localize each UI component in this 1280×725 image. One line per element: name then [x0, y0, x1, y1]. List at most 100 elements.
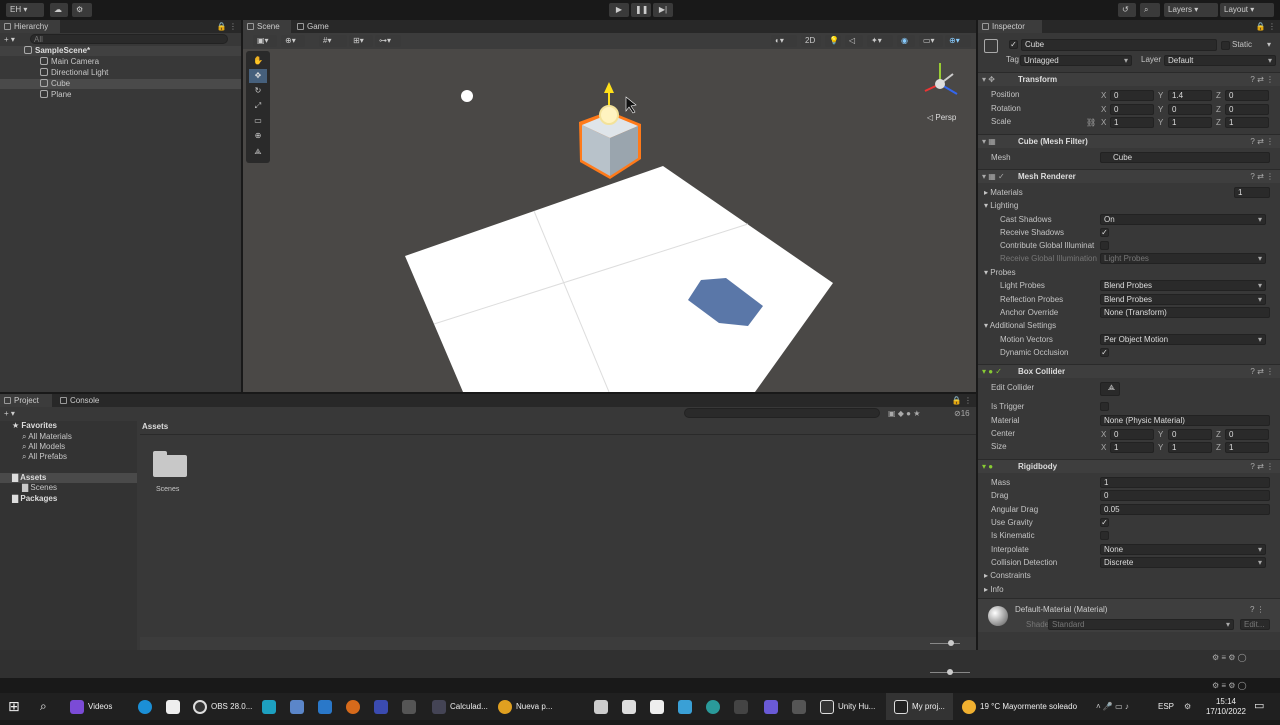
layer-dropdown[interactable]: Default: [1164, 55, 1276, 66]
scale-tool-icon[interactable]: ⤢: [249, 99, 267, 113]
gizmos-dropdown[interactable]: ⊕▾: [945, 35, 971, 47]
search-icon[interactable]: ⌕: [1140, 3, 1160, 17]
material-section[interactable]: Default-Material (Material) Shader Stand…: [978, 598, 1280, 632]
effects-dropdown[interactable]: ✦▾: [867, 35, 893, 47]
taskbar-app-7[interactable]: [594, 693, 612, 720]
clock[interactable]: 15:14 17/10/2022: [1204, 693, 1248, 720]
size-y-input[interactable]: 1: [1168, 442, 1212, 453]
taskbar-store[interactable]: [166, 693, 184, 720]
mesh-renderer-header[interactable]: Mesh Renderer ▾ ▦ ✓ ? ⇄ ⋮: [978, 169, 1280, 183]
favorites-item[interactable]: ★ Favorites: [12, 421, 57, 431]
snap-increment-dropdown[interactable]: ⊞▾: [349, 35, 373, 47]
rotate-tool-icon[interactable]: ↻: [249, 84, 267, 98]
materials-count[interactable]: 1: [1234, 187, 1270, 198]
audio-toggle-icon[interactable]: ◁: [845, 35, 863, 47]
weather-widget[interactable]: 19 °C Mayormente soleado: [962, 693, 1077, 720]
static-dropdown[interactable]: ▾: [1267, 40, 1271, 50]
taskbar-app-11[interactable]: [706, 693, 724, 720]
rotation-x-input[interactable]: 0: [1110, 104, 1154, 115]
taskbar-app-12[interactable]: [734, 693, 752, 720]
center-z-input[interactable]: 0: [1225, 429, 1269, 440]
light-probes-dropdown[interactable]: Blend Probes: [1100, 280, 1266, 291]
rotation-z-input[interactable]: 0: [1225, 104, 1269, 115]
search-icon[interactable]: ⌕: [40, 693, 47, 720]
lighting-foldout[interactable]: ▾ Lighting: [984, 201, 1018, 211]
assets-folder-item[interactable]: ▇ Assets: [0, 473, 137, 483]
receive-shadows-checkbox[interactable]: ✓: [1100, 228, 1109, 237]
camera-dropdown[interactable]: ▭▾: [919, 35, 943, 47]
reflection-probes-dropdown[interactable]: Blend Probes: [1100, 294, 1266, 305]
anchor-override-field[interactable]: None (Transform): [1100, 307, 1270, 318]
position-z-input[interactable]: 0: [1225, 90, 1269, 101]
taskbar-unity-project[interactable]: My proj...: [886, 693, 953, 720]
mass-input[interactable]: 1: [1100, 477, 1270, 488]
is-trigger-checkbox[interactable]: [1100, 402, 1109, 411]
component-menu-icon[interactable]: ? ⇄ ⋮: [1250, 365, 1274, 379]
collab-icon[interactable]: ⚙: [72, 3, 92, 17]
status-slider-thumb[interactable]: [947, 669, 953, 675]
collision-detection-dropdown[interactable]: Discrete: [1100, 557, 1266, 568]
taskbar-unity-hub[interactable]: Unity Hu...: [820, 693, 875, 720]
taskbar-app-3[interactable]: [318, 693, 336, 720]
mesh-field[interactable]: Cube: [1100, 152, 1270, 163]
taskbar-chrome[interactable]: Nueva p...: [498, 693, 552, 720]
taskbar-app-13[interactable]: [764, 693, 782, 720]
transform-tool-icon[interactable]: ⊕: [249, 129, 267, 143]
contribute-gi-checkbox[interactable]: [1100, 241, 1109, 250]
scale-y-input[interactable]: 1: [1168, 117, 1212, 128]
zoom-slider-thumb[interactable]: [948, 640, 954, 646]
cloud-icon[interactable]: ☁: [50, 3, 68, 17]
play-icon[interactable]: ▶: [609, 3, 629, 17]
scale-z-input[interactable]: 1: [1225, 117, 1269, 128]
shading-dropdown[interactable]: ◐▾: [771, 35, 797, 47]
windows-start-icon[interactable]: ⊞: [8, 693, 20, 720]
shader-edit-button[interactable]: Edit...: [1240, 619, 1270, 630]
interpolate-dropdown[interactable]: None: [1100, 544, 1266, 555]
edit-collider-button[interactable]: ⟁: [1100, 382, 1120, 396]
additional-settings-foldout[interactable]: ▾ Additional Settings: [984, 321, 1056, 331]
angular-drag-input[interactable]: 0.05: [1100, 504, 1270, 515]
tag-dropdown[interactable]: Untagged: [1020, 55, 1132, 66]
layers-dropdown[interactable]: Layers ▾: [1164, 3, 1218, 17]
tab-scene[interactable]: Scene: [243, 20, 291, 33]
history-icon[interactable]: ↺: [1118, 3, 1136, 17]
taskbar-obs[interactable]: OBS 28.0...: [193, 693, 252, 720]
rotation-y-input[interactable]: 0: [1168, 104, 1212, 115]
tab-game[interactable]: Game: [293, 20, 339, 33]
custom-tool-icon[interactable]: ⟁: [249, 145, 267, 159]
draw-mode-dropdown[interactable]: ▣▾: [253, 35, 277, 47]
taskbar-edge[interactable]: [138, 693, 156, 720]
account-dropdown[interactable]: EH ▾: [6, 3, 44, 17]
constrain-proportions-icon[interactable]: ⛓: [1086, 117, 1096, 128]
motion-vectors-dropdown[interactable]: Per Object Motion: [1100, 334, 1266, 345]
step-icon[interactable]: ▶|: [653, 3, 673, 17]
info-foldout[interactable]: ▸ Info: [984, 585, 1004, 595]
visibility-toggle-icon[interactable]: ◉: [897, 35, 915, 47]
favorites-all-materials[interactable]: ⌕ All Materials: [22, 432, 72, 442]
taskbar-app-14[interactable]: [792, 693, 810, 720]
transform-header[interactable]: Transform ▾ ✥ ? ⇄ ⋮: [978, 72, 1280, 86]
panel-menu-icon[interactable]: 🔒 ⋮: [1256, 22, 1276, 32]
object-name-input[interactable]: Cube: [1021, 39, 1217, 51]
scale-x-input[interactable]: 1: [1110, 117, 1154, 128]
scenes-folder-item[interactable]: ▇ Scenes: [22, 483, 57, 493]
tab-inspector[interactable]: Inspector: [978, 20, 1042, 33]
is-kinematic-checkbox[interactable]: [1100, 531, 1109, 540]
hierarchy-item-plane[interactable]: Plane: [40, 90, 71, 100]
pause-icon[interactable]: ❚❚: [631, 3, 651, 17]
component-menu-icon[interactable]: ? ⇄ ⋮: [1250, 135, 1274, 149]
add-icon[interactable]: + ▾: [4, 35, 15, 45]
settings-icon[interactable]: ⚙: [1184, 693, 1191, 720]
taskbar-app-9[interactable]: [650, 693, 668, 720]
material-menu-icon[interactable]: ? ⋮: [1250, 605, 1265, 615]
panel-menu-icon[interactable]: 🔒 ⋮: [217, 22, 237, 32]
mesh-filter-header[interactable]: Cube (Mesh Filter) ▾ ▦ ? ⇄ ⋮: [978, 134, 1280, 148]
transform-tools-dropdown[interactable]: ⊶▾: [375, 35, 401, 47]
filter-icons[interactable]: ▣ ◆ ● ★: [888, 409, 920, 419]
taskbar-app-10[interactable]: [678, 693, 696, 720]
create-icon[interactable]: + ▾: [4, 409, 15, 419]
lighting-toggle-icon[interactable]: 💡: [825, 35, 841, 47]
directional-light-icon[interactable]: [599, 105, 619, 125]
layout-dropdown[interactable]: Layout ▾: [1220, 3, 1274, 17]
favorites-all-prefabs[interactable]: ⌕ All Prefabs: [22, 452, 67, 462]
